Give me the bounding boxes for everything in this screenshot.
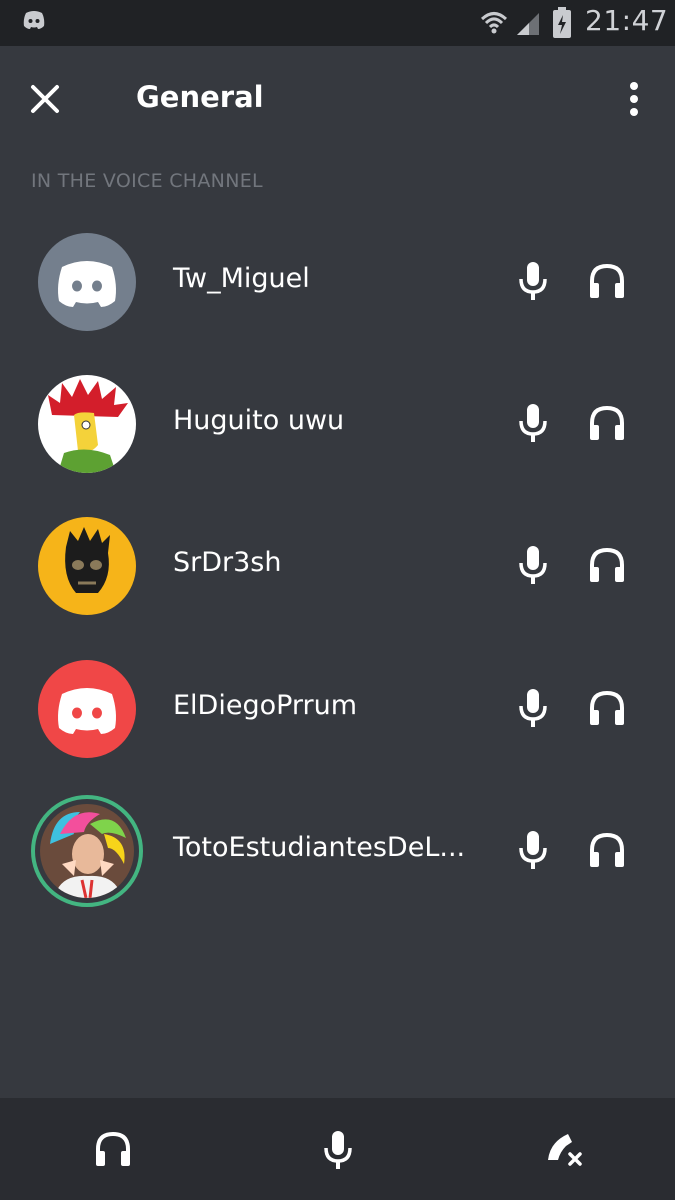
avatar bbox=[38, 517, 136, 615]
more-options-button[interactable] bbox=[620, 80, 648, 120]
avatar-speaking bbox=[31, 795, 143, 907]
headset-icon[interactable] bbox=[588, 831, 626, 873]
microphone-icon[interactable] bbox=[516, 261, 550, 305]
member-name: Tw_Miguel bbox=[173, 263, 310, 294]
member-name: Huguito uwu bbox=[173, 405, 345, 436]
member-name: ElDiegoPrrum bbox=[173, 690, 358, 721]
page-title: General bbox=[136, 80, 264, 114]
member-name: SrDr3sh bbox=[173, 547, 282, 578]
wifi-icon bbox=[480, 9, 508, 41]
signal-icon bbox=[515, 11, 541, 39]
microphone-icon[interactable] bbox=[516, 688, 550, 732]
member-row[interactable]: Huguito uwu bbox=[0, 375, 675, 495]
member-row[interactable]: TotoEstudiantesDeL... bbox=[0, 795, 675, 922]
microphone-icon[interactable] bbox=[516, 830, 550, 874]
disconnect-call-icon bbox=[544, 1134, 584, 1174]
status-clock: 21:47 bbox=[585, 4, 669, 37]
close-icon bbox=[28, 85, 62, 120]
headset-icon[interactable] bbox=[588, 546, 626, 588]
close-button[interactable] bbox=[28, 82, 62, 116]
battery-icon bbox=[552, 7, 572, 43]
microphone-icon[interactable] bbox=[516, 403, 550, 447]
microphone-icon bbox=[321, 1131, 355, 1174]
member-row[interactable]: Tw_Miguel bbox=[0, 233, 675, 353]
mute-button[interactable] bbox=[321, 1130, 355, 1174]
bottom-bar bbox=[0, 1098, 675, 1200]
header: General bbox=[0, 46, 675, 156]
status-bar: 21:47 bbox=[0, 0, 675, 46]
headset-icon[interactable] bbox=[588, 404, 626, 446]
more-vertical-icon bbox=[620, 82, 648, 124]
member-row[interactable]: SrDr3sh bbox=[0, 517, 675, 637]
member-row[interactable]: ElDiegoPrrum bbox=[0, 660, 675, 780]
headset-icon bbox=[94, 1131, 132, 1172]
disconnect-button[interactable] bbox=[544, 1130, 584, 1174]
microphone-icon[interactable] bbox=[516, 545, 550, 589]
avatar bbox=[38, 233, 136, 331]
discord-icon bbox=[22, 10, 46, 34]
headset-icon[interactable] bbox=[588, 689, 626, 731]
headset-icon[interactable] bbox=[588, 262, 626, 304]
avatar bbox=[38, 375, 136, 473]
avatar bbox=[38, 660, 136, 758]
deafen-button[interactable] bbox=[94, 1130, 132, 1172]
member-name: TotoEstudiantesDeL... bbox=[173, 832, 466, 863]
section-label: IN THE VOICE CHANNEL bbox=[31, 170, 263, 192]
